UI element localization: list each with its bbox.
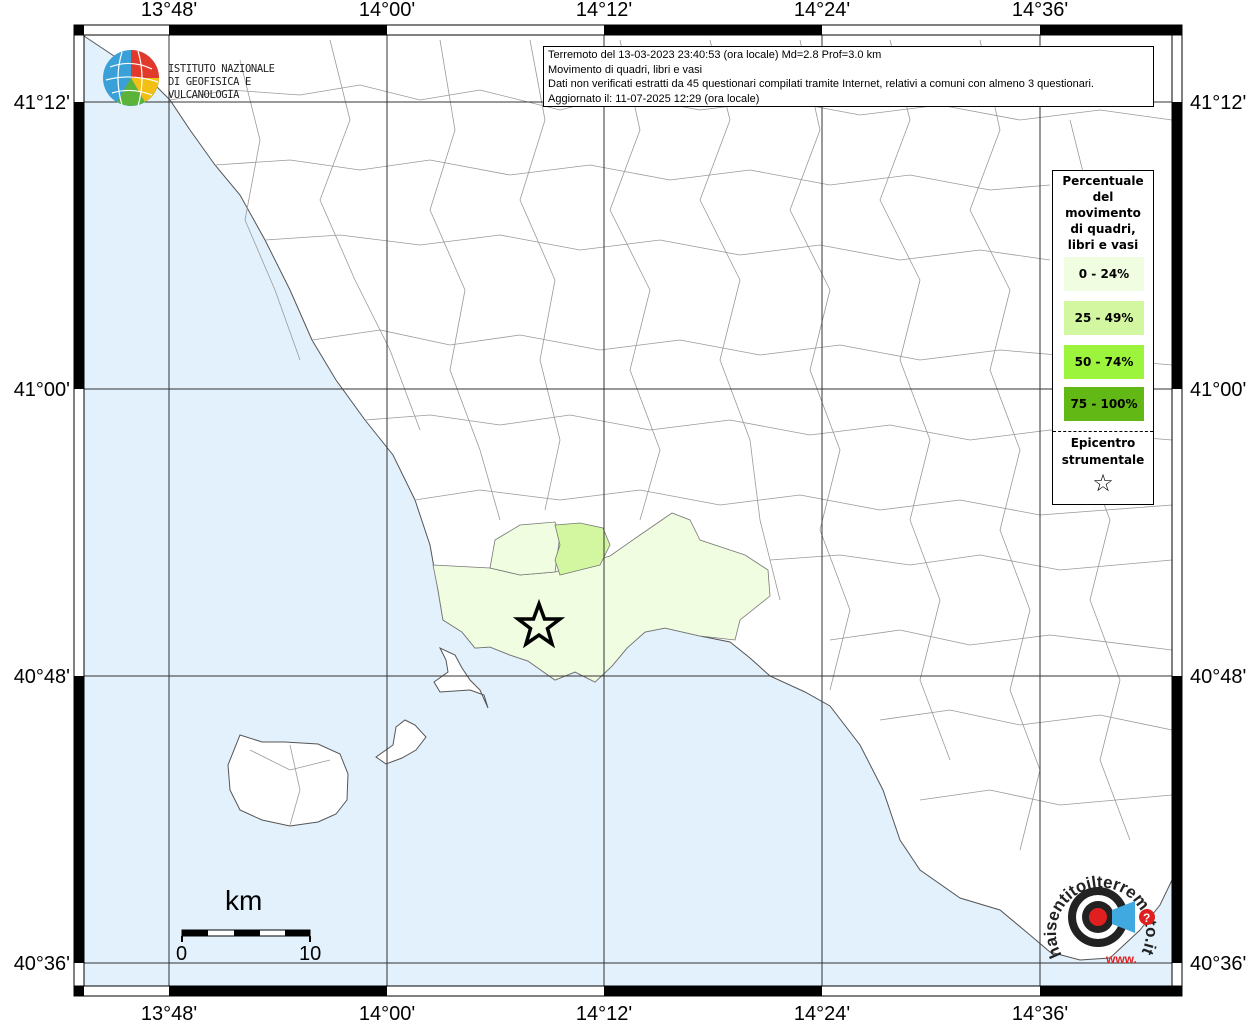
lon-tick-top-2: 14°00' [359, 0, 415, 21]
scale-start: 0 [176, 943, 188, 965]
legend-title-line: del [1092, 190, 1114, 204]
legend-class-0-24: 0 - 24% [1064, 257, 1144, 291]
globe-icon [103, 50, 159, 107]
legend-epicenter-label: Epicentro strumentale [1053, 435, 1153, 469]
lon-tick-top-5: 14°36' [1012, 0, 1068, 21]
ingv-name: ISTITUTO NAZIONALE DI GEOFISICA E VULCAN… [168, 63, 310, 102]
ingv-name-line2: DI GEOFISICA E VULCANOLOGIA [168, 76, 251, 101]
ingv-name-line1: ISTITUTO NAZIONALE [168, 63, 275, 75]
lat-tick-right-3: 40°48' [1190, 666, 1246, 688]
lat-tick-left-4: 40°36' [14, 953, 70, 975]
legend-class-25-49: 25 - 49% [1064, 301, 1144, 335]
legend-epicenter-line: strumentale [1061, 453, 1145, 467]
earthquake-info-box: Terremoto del 13-03-2023 23:40:53 (ora l… [543, 46, 1154, 107]
star-icon: ☆ [1092, 469, 1114, 497]
legend-title-line: Percentuale [1062, 174, 1144, 188]
legend-class-50-74: 50 - 74% [1064, 345, 1144, 379]
lon-tick-top-3: 14°12' [576, 0, 632, 21]
scale-end: 10 [299, 943, 322, 965]
legend-class-75-100: 75 - 100% [1064, 387, 1144, 421]
info-event: Terremoto del 13-03-2023 23:40:53 (ora l… [548, 49, 882, 61]
info-parameter: Movimento di quadri, libri e vasi [548, 63, 703, 76]
lon-tick-top-4: 14°24' [794, 0, 850, 21]
lat-tick-left-1: 41°12' [14, 92, 70, 114]
legend-epicenter-line: Epicentro [1070, 436, 1136, 450]
lon-tick-bottom-4: 14°24' [794, 1003, 850, 1024]
question-icon: ? [1143, 911, 1150, 925]
ingv-logo[interactable]: ISTITUTO NAZIONALE DI GEOFISICA E VULCAN… [100, 47, 310, 109]
lat-tick-left-2: 41°00' [14, 379, 70, 401]
legend: Percentuale del movimento di quadri, lib… [1052, 170, 1154, 505]
haisentito-logo-graphic: haisentitoilterremoto.it ? www. [1041, 872, 1161, 966]
info-updated: Aggiornato il: 11-07-2025 12:29 (ora loc… [548, 92, 760, 105]
lat-tick-right-1: 41°12' [1190, 92, 1246, 114]
haisentito-logo[interactable]: haisentitoilterremoto.it ? www. [1040, 855, 1170, 975]
haisentito-www: www. [1105, 952, 1137, 966]
lon-tick-bottom-1: 13°48' [141, 1003, 197, 1024]
legend-separator [1053, 431, 1153, 432]
lat-tick-left-3: 40°48' [14, 666, 70, 688]
legend-title-line: movimento [1065, 206, 1141, 220]
lon-tick-bottom-3: 14°12' [576, 1003, 632, 1024]
lat-tick-right-2: 41°00' [1190, 379, 1246, 401]
legend-title-line: di quadri, [1070, 222, 1136, 236]
legend-title: Percentuale del movimento di quadri, lib… [1053, 171, 1153, 253]
lat-tick-right-4: 40°36' [1190, 953, 1246, 975]
legend-title-line: libri e vasi [1067, 238, 1139, 252]
scale-unit: km [225, 885, 263, 916]
lon-tick-bottom-2: 14°00' [359, 1003, 415, 1024]
lon-tick-top-1: 13°48' [141, 0, 197, 21]
info-source: Dati non verificati estratti da 45 quest… [548, 78, 1094, 90]
lon-tick-bottom-5: 14°36' [1012, 1003, 1068, 1024]
